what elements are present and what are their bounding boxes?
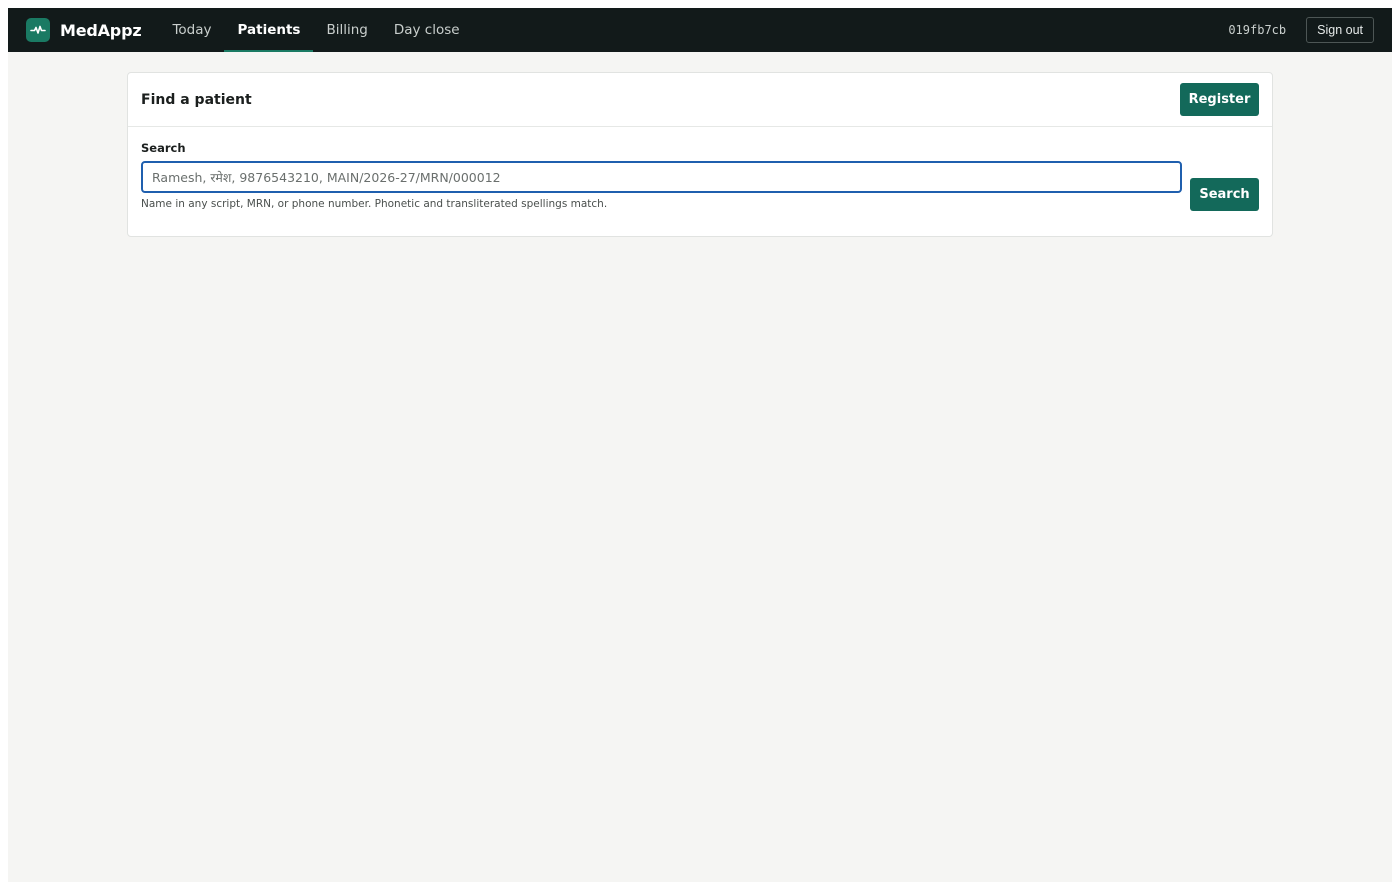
nav-item-today[interactable]: Today (159, 8, 224, 52)
search-hint: Name in any script, MRN, or phone number… (141, 198, 608, 210)
sign-out-button[interactable]: Sign out (1306, 17, 1374, 43)
search-label: Search (141, 141, 186, 155)
brand-name: MedAppz (60, 20, 142, 40)
patient-search-input[interactable] (141, 161, 1182, 193)
pulse-icon (26, 18, 50, 42)
session-id: 019fb7cb (1228, 23, 1287, 37)
card-title: Find a patient (141, 91, 252, 108)
app-frame: MedAppz Today Patients Billing Day close… (8, 8, 1392, 882)
register-button[interactable]: Register (1180, 83, 1259, 116)
nav-item-patients[interactable]: Patients (224, 8, 314, 52)
card-header: Find a patient Register (128, 73, 1272, 127)
top-navigation-bar: MedAppz Today Patients Billing Day close… (8, 8, 1392, 52)
find-patient-card: Find a patient Register Search Name in a… (127, 72, 1273, 237)
search-button[interactable]: Search (1190, 178, 1259, 211)
topbar-right: 019fb7cb Sign out (1228, 17, 1374, 43)
nav-item-day-close[interactable]: Day close (381, 8, 473, 52)
main-nav: Today Patients Billing Day close (159, 8, 472, 52)
brand[interactable]: MedAppz (26, 8, 142, 52)
nav-item-billing[interactable]: Billing (313, 8, 380, 52)
